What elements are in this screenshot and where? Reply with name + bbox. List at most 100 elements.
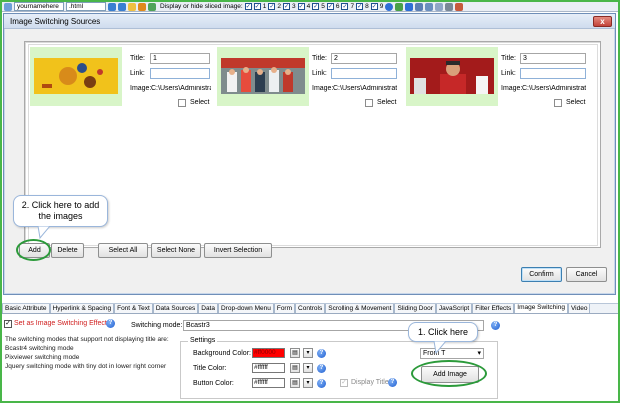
tab-font-text[interactable]: Font & Text [114, 304, 153, 313]
username-field[interactable]: yournamehere [14, 2, 64, 11]
tab-basic-attribute[interactable]: Basic Attribute [2, 304, 50, 313]
cancel-button[interactable]: Cancel [566, 267, 607, 282]
image-icon[interactable] [148, 2, 156, 11]
tab-data-sources[interactable]: Data Sources [152, 304, 199, 313]
extension-select[interactable]: .html [66, 2, 106, 11]
sliced-check-4[interactable]: ✓ [297, 3, 305, 10]
image-thumbnail[interactable] [217, 47, 309, 106]
layout-icon[interactable] [435, 2, 444, 11]
background-color-dropdown[interactable]: ▾ [303, 348, 313, 358]
sliced-check-2[interactable]: ✓ [268, 3, 276, 10]
select-none-button[interactable]: Select None [151, 243, 201, 258]
play-icon[interactable] [138, 2, 146, 11]
button-color-label: Button Color: [193, 380, 234, 387]
help-icon[interactable] [385, 2, 394, 11]
effect-checkbox-label: Set as Image Switching Effect [14, 320, 107, 327]
folder-icon[interactable] [128, 2, 136, 11]
link-input[interactable] [150, 68, 210, 79]
image-item: Title: 3 Link: Image: C:\Users\Administr… [406, 47, 586, 117]
table-icon[interactable] [415, 2, 424, 11]
settings-legend: Settings [188, 337, 218, 344]
image-list-panel: Title: 1 Link: Image: C:\Users\Administr… [24, 41, 601, 248]
thumbnail-picture [221, 58, 305, 94]
background-color-picker[interactable]: ▤ [290, 348, 300, 358]
chart-icon[interactable] [455, 2, 464, 11]
tab-data[interactable]: Data [198, 304, 218, 313]
title-color-swatch[interactable]: #ffffff [252, 363, 285, 373]
sliced-check-9[interactable]: ✓ [370, 3, 378, 10]
tab-javascript[interactable]: JavaScript [435, 304, 473, 313]
grid-icon[interactable] [425, 2, 434, 11]
arrow-right-icon[interactable] [118, 2, 126, 11]
image-item: Title: 2 Link: Image: C:\Users\Administr… [217, 47, 397, 117]
select-checkbox[interactable] [554, 99, 562, 107]
button-color-value: #ffffff [254, 379, 268, 386]
tab-filter-effects[interactable]: Filter Effects [472, 304, 515, 313]
sliced-check-1[interactable]: ✓ [253, 3, 261, 10]
thumbnail-art [42, 63, 103, 88]
link-input[interactable] [331, 68, 397, 79]
switching-mode-help-icon[interactable]: ? [491, 321, 500, 330]
sliced-check-3[interactable]: ✓ [282, 3, 290, 10]
tab-form[interactable]: Form [273, 304, 296, 313]
sliced-check-5[interactable]: ✓ [312, 3, 320, 10]
sliced-check-all[interactable]: ✓ [244, 3, 252, 10]
display-title-help-icon[interactable]: ? [388, 378, 397, 387]
tab-hyperlink-spacing[interactable]: Hyperlink & Spacing [49, 304, 115, 313]
invert-selection-button[interactable]: Invert Selection [204, 243, 272, 258]
select-checkbox[interactable] [365, 99, 373, 107]
callout-click-here-pointer [433, 341, 447, 355]
settings-icon[interactable] [445, 2, 454, 11]
background-color-swatch[interactable]: #ff0000 [252, 348, 285, 358]
link-input[interactable] [520, 68, 586, 79]
effect-checkbox[interactable]: ✓ [4, 320, 12, 328]
delete-button[interactable]: Delete [51, 243, 84, 258]
arrow-left-icon[interactable] [108, 2, 116, 11]
button-color-picker[interactable]: ▤ [290, 378, 300, 388]
sliced-check-7[interactable]: ✓ [341, 3, 349, 10]
image-thumbnail[interactable] [30, 47, 122, 106]
sliced-check-8[interactable]: ✓ [356, 3, 364, 10]
title-input[interactable]: 2 [331, 53, 397, 64]
page-icon[interactable] [4, 2, 12, 11]
property-tabs: Basic Attribute Hyperlink & Spacing Font &… [2, 303, 618, 314]
tab-scrolling-movement[interactable]: Scrolling & Movement [325, 304, 395, 313]
title-label: Title: [312, 55, 327, 62]
description-line: Pixviewer switching mode [5, 354, 80, 361]
select-checkbox[interactable] [178, 99, 186, 107]
refresh-icon[interactable] [395, 2, 404, 11]
select-label: Select [566, 99, 586, 106]
close-button[interactable]: x [593, 16, 612, 27]
select-all-button[interactable]: Select All [98, 243, 148, 258]
title-color-help-icon[interactable]: ? [317, 364, 326, 373]
description-line: Bcastr4 switching mode [5, 345, 74, 352]
sliced-num-6: 6 [335, 3, 340, 10]
tab-drop-down-menu[interactable]: Drop-down Menu [217, 304, 274, 313]
tab-video[interactable]: Video [567, 304, 591, 313]
title-input[interactable]: 3 [520, 53, 586, 64]
select-label: Select [377, 99, 397, 106]
tab-sliding-door[interactable]: Sliding Door [394, 304, 436, 313]
transition-select[interactable]: From T ▾ [420, 348, 484, 359]
link-label: Link: [312, 70, 327, 77]
top-toolbar: yournamehere .html Display or hide slice… [2, 2, 618, 12]
background-color-help-icon[interactable]: ? [317, 349, 326, 358]
help-icon[interactable]: ? [106, 319, 115, 328]
sliced-check-6[interactable]: ✓ [326, 3, 334, 10]
button-color-swatch[interactable]: #ffffff [252, 378, 285, 388]
title-color-value: #ffffff [254, 364, 268, 371]
nav-icon[interactable] [405, 2, 414, 11]
title-color-picker[interactable]: ▤ [290, 363, 300, 373]
tab-controls[interactable]: Controls [295, 304, 326, 313]
tab-image-switching[interactable]: Image Switching [514, 304, 568, 313]
button-color-help-icon[interactable]: ? [317, 379, 326, 388]
button-color-dropdown[interactable]: ▾ [303, 378, 313, 388]
switching-mode-value: Bcastr3 [186, 322, 210, 329]
title-input[interactable]: 1 [150, 53, 210, 64]
display-title-checkbox[interactable]: ✓ [340, 379, 348, 387]
title-label: Title: [501, 55, 516, 62]
image-thumbnail[interactable] [406, 47, 498, 106]
background-color-label: Background Color: [193, 350, 251, 357]
title-color-dropdown[interactable]: ▾ [303, 363, 313, 373]
confirm-button[interactable]: Confirm [521, 267, 562, 282]
